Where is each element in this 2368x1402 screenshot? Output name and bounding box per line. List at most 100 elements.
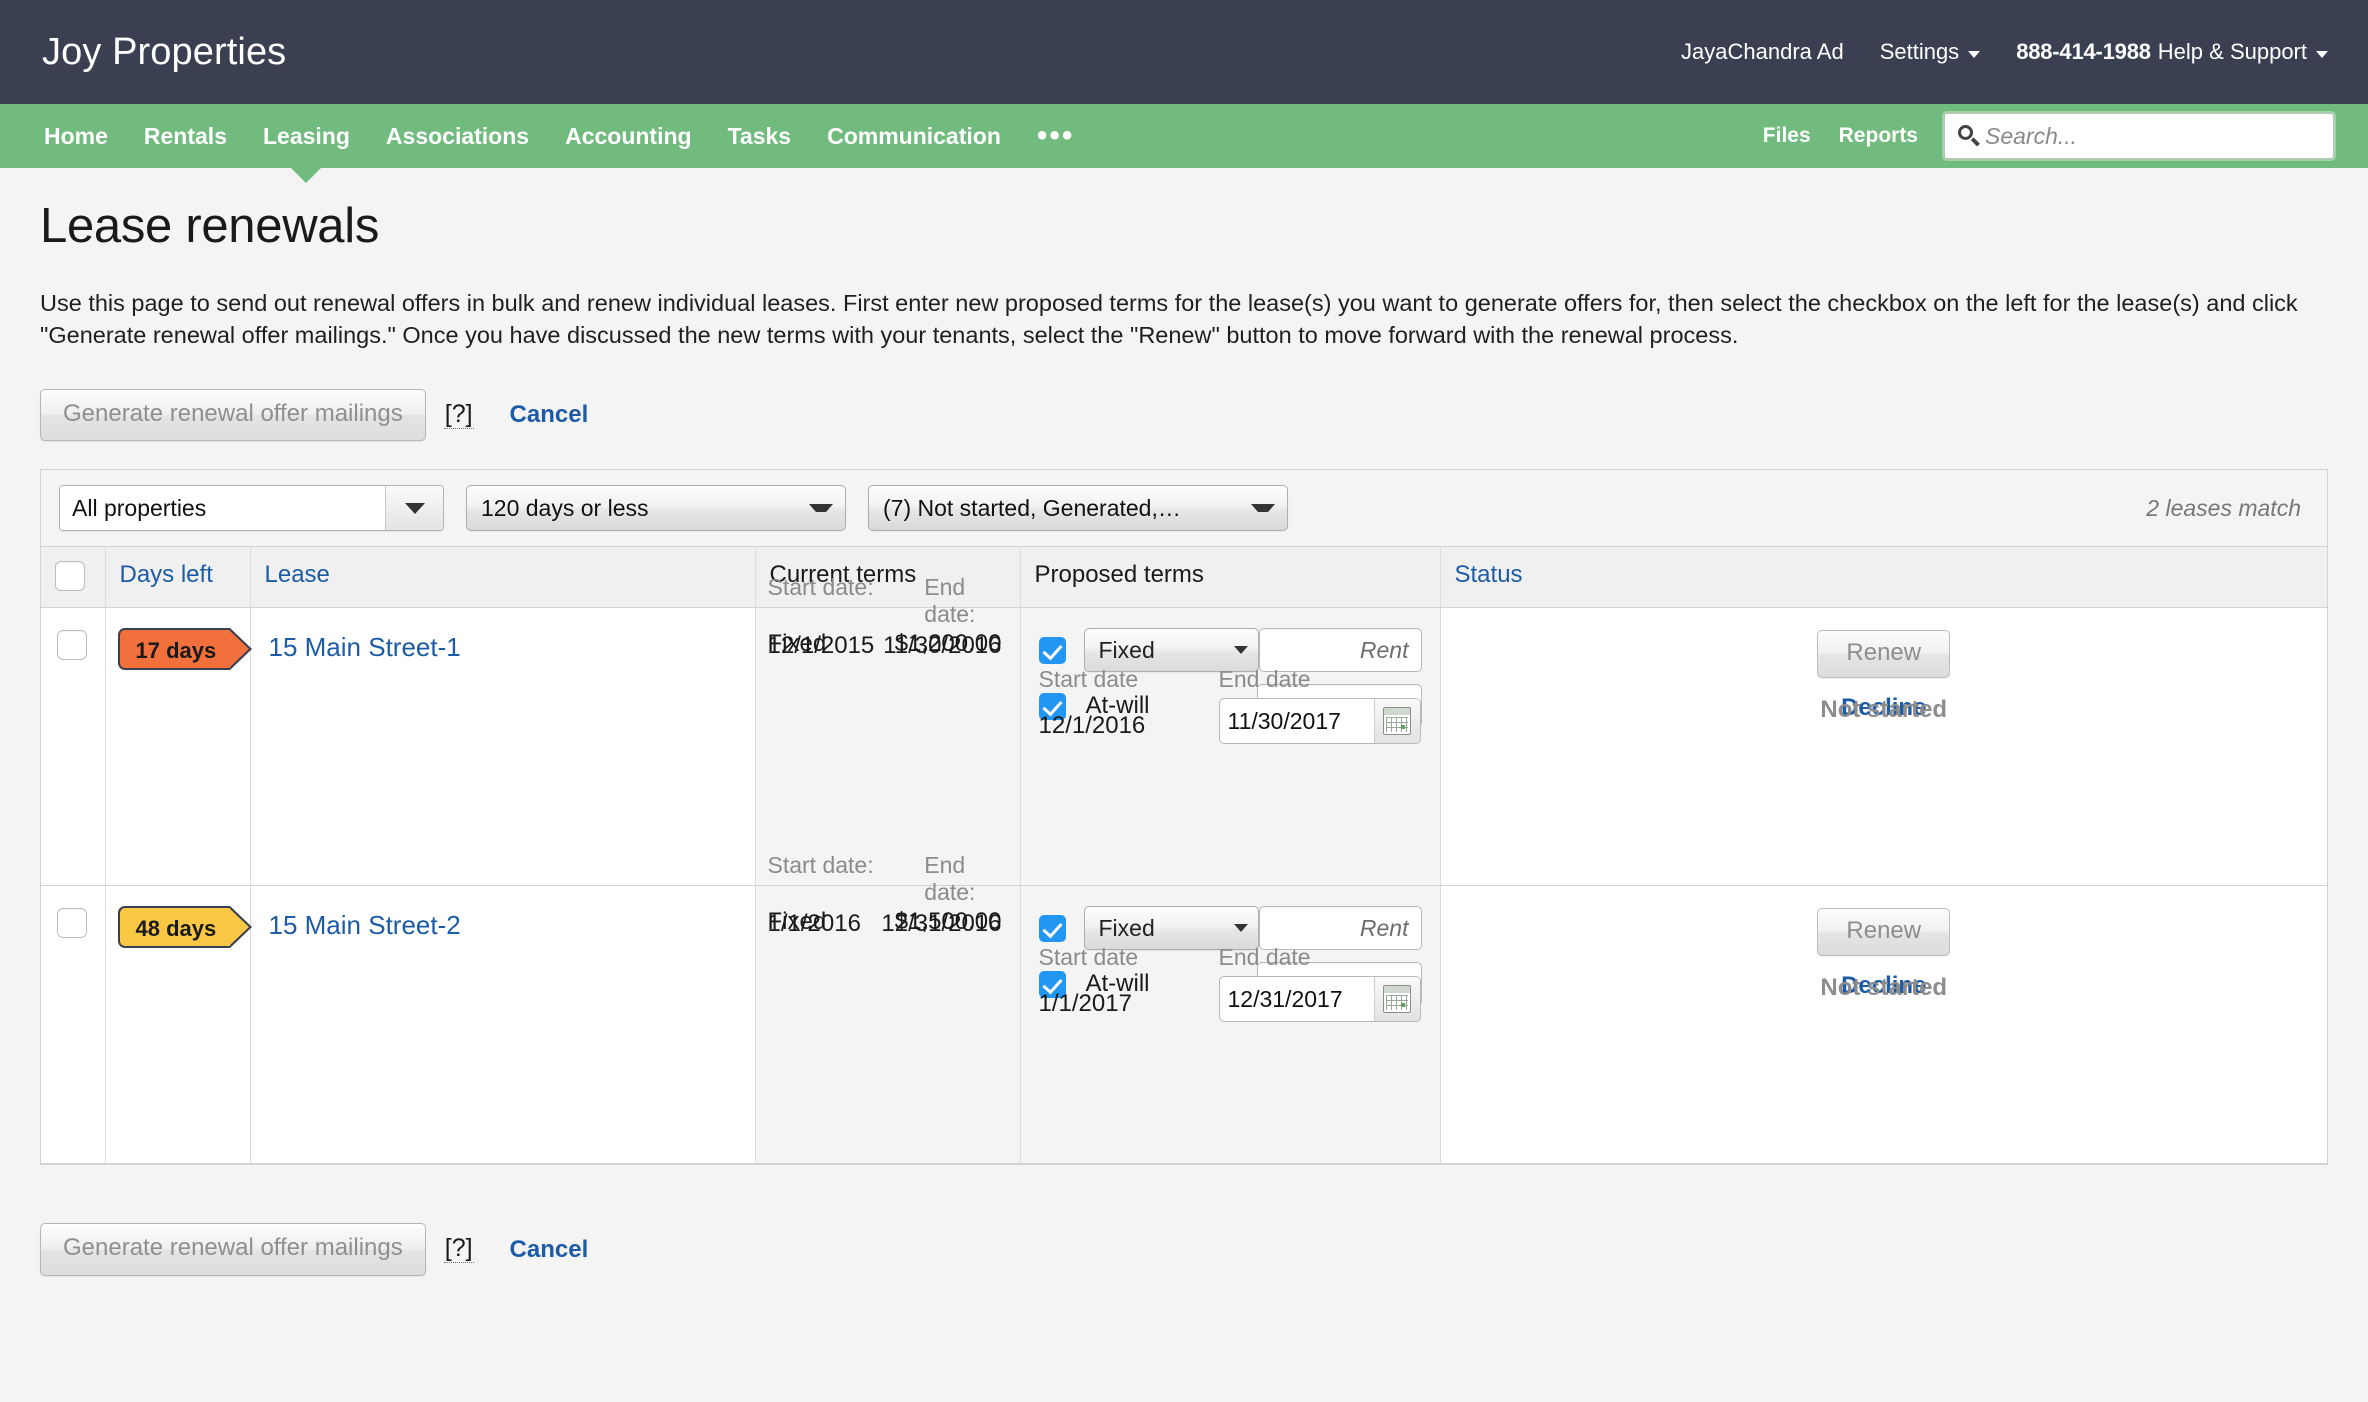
proposed-term-value: Fixed [1098, 636, 1155, 663]
page-title: Lease renewals [40, 199, 380, 253]
property-filter-value: All properties [60, 486, 385, 531]
current-end-date-label: End date: [924, 852, 976, 906]
status-cell: Renew Decline Not started [1439, 885, 2327, 1165]
nav-label: Reports [1838, 124, 1918, 147]
action-row-top: Generate renewal offer mailings [?] Canc… [40, 389, 2328, 442]
lease-link[interactable]: 15 Main Street-2 [251, 886, 755, 941]
nav-item-reports[interactable]: Reports [1825, 104, 1932, 168]
main-navigation-bar: Home Rentals Leasing Associations Accoun… [0, 104, 2368, 183]
chevron-down-icon [809, 504, 833, 513]
chevron-down-icon [1251, 504, 1275, 513]
lease-link[interactable]: 15 Main Street-1 [251, 608, 755, 663]
nav-item-associations[interactable]: Associations [368, 104, 547, 168]
proposed-start-date-label: Start date [1038, 666, 1139, 693]
select-all-checkbox[interactable] [55, 561, 85, 592]
page-description: Use this page to send out renewal offers… [40, 290, 2298, 348]
lease-cell: 15 Main Street-1 [250, 607, 756, 887]
renew-button[interactable]: Renew [1817, 630, 1951, 679]
proposed-start-date: 12/1/2016 [1038, 712, 1146, 740]
status-filter-value: (7) Not started, Generated,… [883, 494, 1181, 521]
help-support-label: Help & Support [2157, 39, 2307, 64]
current-end-date-label: End date: [924, 574, 976, 628]
top-header-bar: Joy Properties JayaChandra Ad Settings 8… [0, 0, 2368, 104]
select-all-header [41, 546, 106, 609]
chevron-down-icon[interactable] [385, 486, 443, 531]
nav-label: Files [1762, 124, 1811, 147]
nav-item-rentals[interactable]: Rentals [126, 104, 245, 168]
proposed-end-date-field[interactable]: 12/31/2017 [1218, 976, 1421, 1023]
table-row: 17 days 15 Main Street-1 Fixed $1,200.00… [41, 574, 2327, 887]
current-start-date: 12/1/2015 [767, 632, 875, 660]
table-header: Days left Lease Current terms Proposed t… [41, 546, 2327, 609]
leases-match-count: 2 leases match [2146, 494, 2301, 521]
brand-logo[interactable]: Joy Properties [42, 33, 286, 71]
nav-item-home[interactable]: Home [26, 104, 126, 168]
table-row: 48 days 15 Main Street-2 Fixed $1,500.00… [41, 852, 2327, 1165]
row-select-cell [41, 607, 106, 887]
nav-item-files[interactable]: Files [1749, 104, 1825, 168]
row-select-cell [41, 885, 106, 1165]
proposed-start-date: 1/1/2017 [1038, 990, 1132, 1018]
nav-item-tasks[interactable]: Tasks [710, 104, 810, 168]
status-filter-select[interactable]: (7) Not started, Generated,… [868, 485, 1288, 532]
proposed-end-date-label: End date [1218, 944, 1311, 971]
nav-item-communication[interactable]: Communication [809, 104, 1019, 168]
current-start-date: 1/1/2016 [767, 910, 861, 938]
help-tooltip-icon[interactable]: [?] [443, 1236, 474, 1264]
settings-label: Settings [1879, 39, 1960, 64]
proposed-end-date-field[interactable]: 11/30/2017 [1218, 698, 1421, 745]
proposed-start-date-label: Start date [1038, 944, 1139, 971]
search-input[interactable]: Search... [1985, 123, 2077, 150]
calendar-icon [1383, 985, 1411, 1014]
leases-panel: All properties 120 days or less (7) Not … [40, 469, 2328, 1166]
proposed-end-date-input[interactable]: 11/30/2017 [1220, 699, 1374, 743]
cancel-link[interactable]: Cancel [510, 401, 589, 429]
nav-item-leasing[interactable]: Leasing [245, 104, 368, 183]
proposed-end-date-input[interactable]: 12/31/2017 [1220, 977, 1374, 1021]
renew-button[interactable]: Renew [1817, 908, 1951, 957]
search-box[interactable]: Search... [1944, 113, 2334, 159]
page-content: Lease renewals Use this page to send out… [0, 198, 2368, 1276]
nav-label: Accounting [565, 122, 692, 149]
calendar-picker-button[interactable] [1373, 977, 1420, 1022]
table-body: 17 days 15 Main Street-1 Fixed $1,200.00… [41, 574, 2327, 1165]
settings-menu[interactable]: Settings [1862, 39, 1999, 65]
lease-renewals-table: Days left Lease Current terms Proposed t… [41, 546, 2327, 1165]
days-left-label: 48 days [135, 916, 217, 942]
generate-renewal-offer-mailings-button[interactable]: Generate renewal offer mailings [40, 1223, 426, 1276]
nav-label: Leasing [263, 122, 350, 149]
current-end-date: 12/31/2016 [881, 910, 1002, 938]
nav-label: Associations [385, 122, 530, 149]
days-left-label: 17 days [135, 638, 217, 664]
current-terms-cell: Fixed $1,500.00 Start date: End date: 1/… [755, 852, 1021, 1165]
proposed-fixed-checkbox[interactable] [1038, 636, 1066, 664]
days-left-cell: 48 days [105, 885, 253, 1165]
calendar-icon [1383, 707, 1411, 736]
current-start-date-label: Start date: [767, 852, 874, 879]
nav-label: Communication [827, 122, 1001, 149]
current-end-date: 11/30/2016 [883, 632, 1002, 660]
header-lease[interactable]: Lease [250, 546, 756, 609]
top-header-right: JayaChandra Ad Settings 888-414-1988 Hel… [1663, 39, 2328, 65]
calendar-picker-button[interactable] [1373, 699, 1420, 744]
support-menu[interactable]: 888-414-1988 Help & Support [1998, 39, 2328, 65]
proposed-end-date-label: End date [1218, 666, 1311, 693]
generate-renewal-offer-mailings-button[interactable]: Generate renewal offer mailings [40, 389, 426, 442]
cancel-link[interactable]: Cancel [510, 1236, 589, 1264]
header-days-left[interactable]: Days left [105, 546, 251, 609]
action-row-bottom: Generate renewal offer mailings [?] Canc… [40, 1223, 2328, 1276]
account-name[interactable]: JayaChandra Ad [1663, 39, 1862, 65]
chevron-down-icon [1233, 924, 1248, 933]
days-filter-select[interactable]: 120 days or less [466, 485, 846, 532]
active-tab-pointer-icon [290, 167, 323, 183]
nav-overflow-icon[interactable]: ••• [1019, 104, 1093, 168]
header-status[interactable]: Status [1440, 546, 2327, 609]
row-checkbox[interactable] [57, 908, 87, 939]
nav-item-accounting[interactable]: Accounting [547, 104, 710, 168]
proposed-fixed-checkbox[interactable] [1038, 914, 1066, 942]
help-tooltip-icon[interactable]: [?] [443, 401, 474, 429]
chevron-down-icon [1233, 646, 1248, 655]
property-filter-combobox[interactable]: All properties [59, 485, 444, 532]
row-checkbox[interactable] [57, 630, 87, 661]
chevron-down-icon [2316, 50, 2328, 58]
